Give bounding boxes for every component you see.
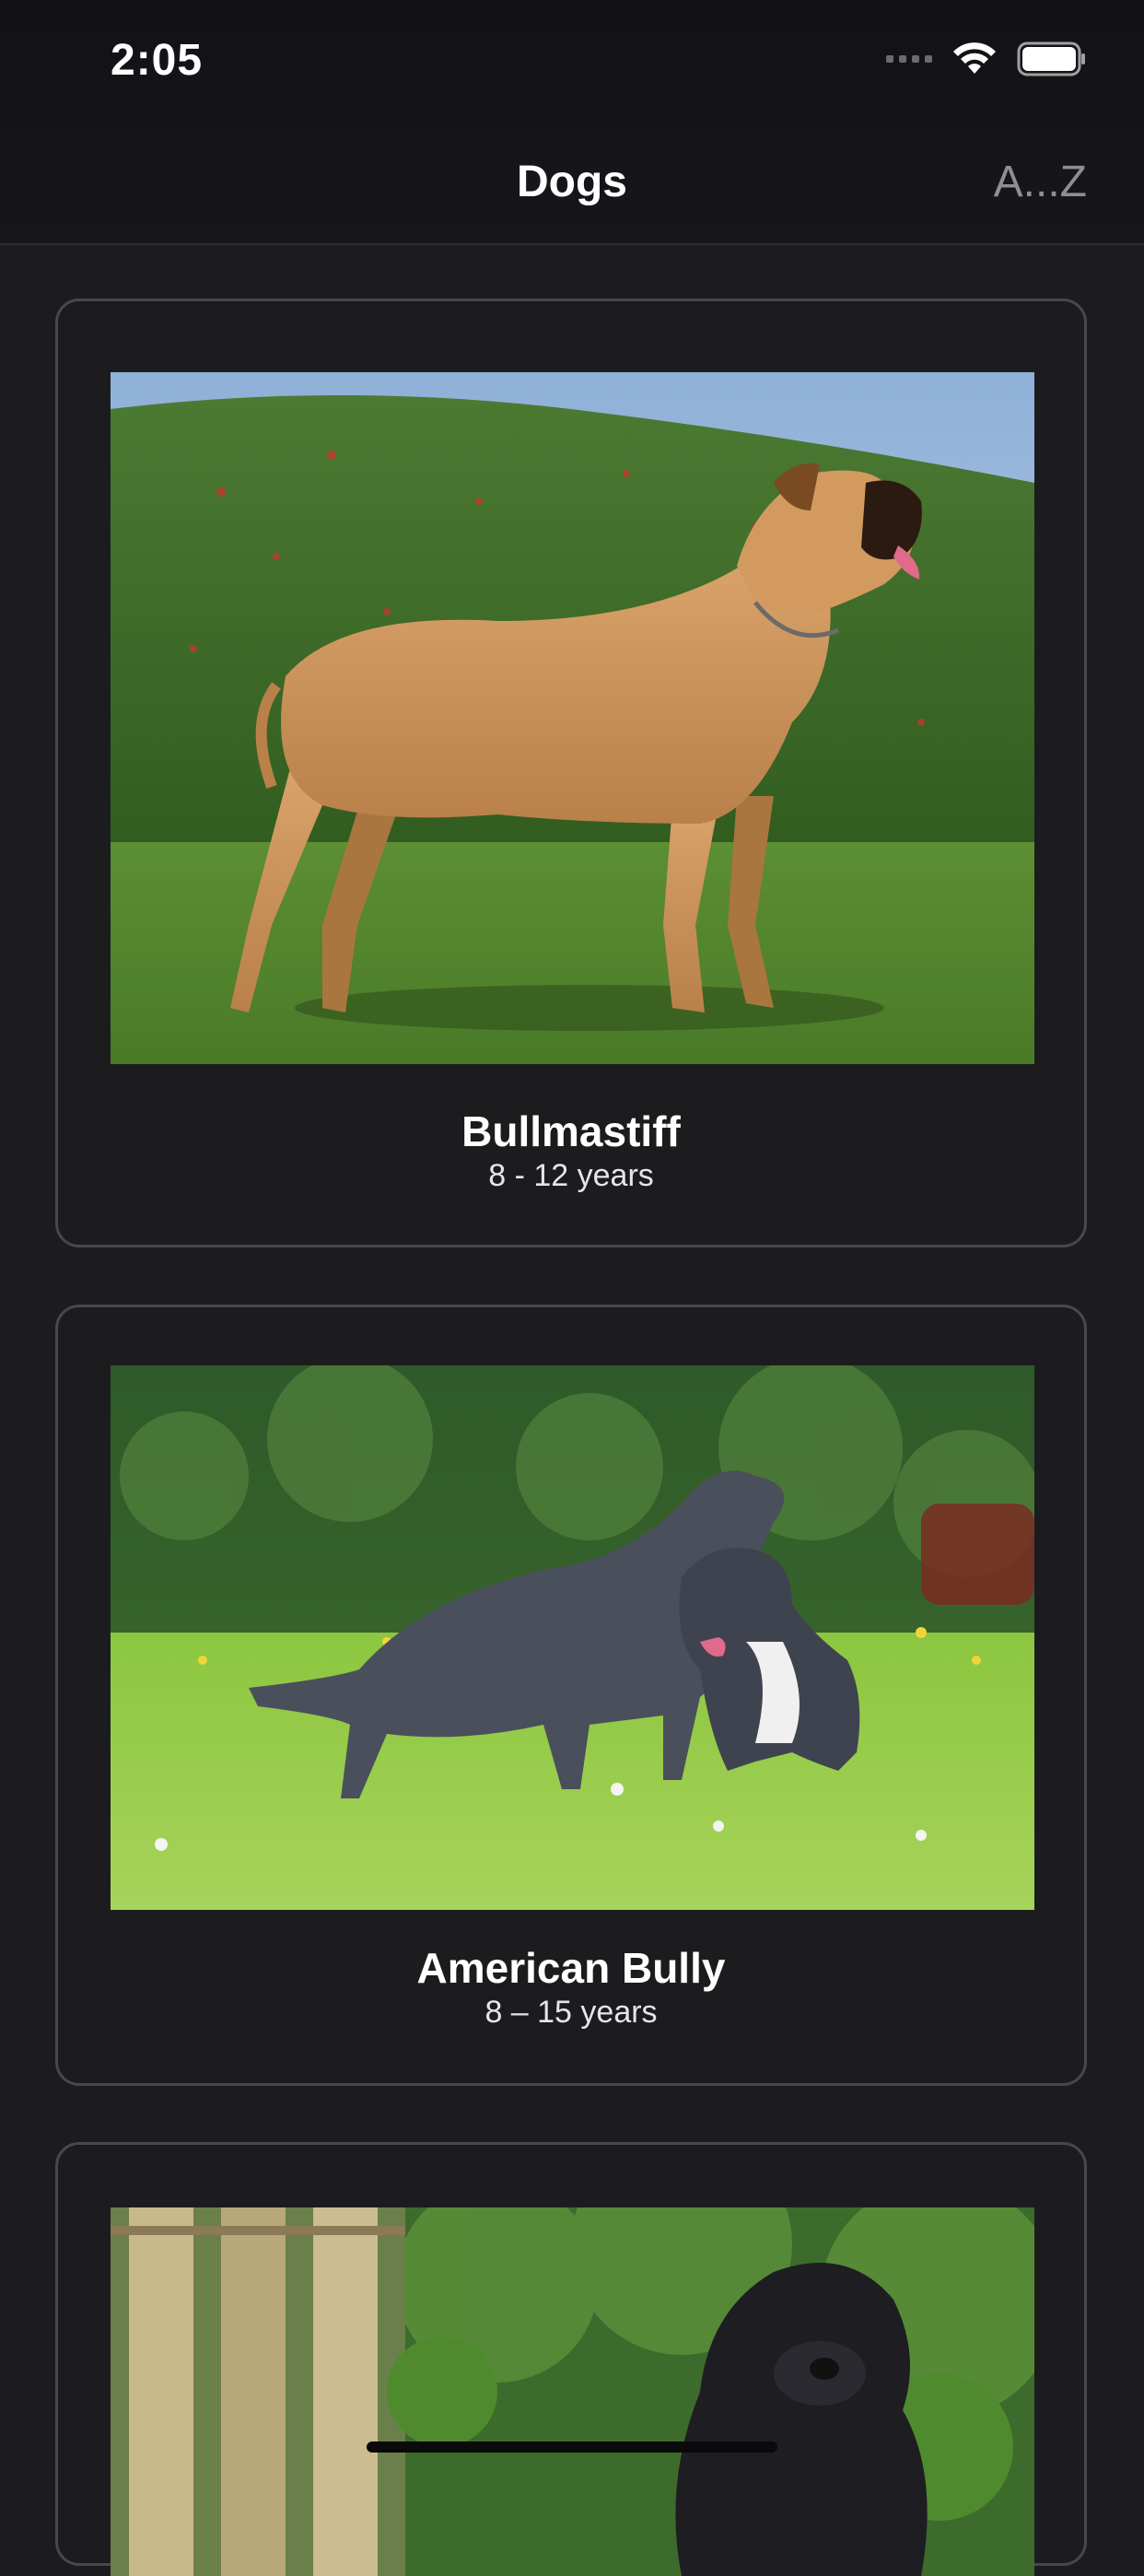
status-icons [886, 41, 1087, 77]
home-indicator[interactable] [367, 2441, 777, 2453]
cellular-signal-icon [886, 55, 932, 63]
breed-name: Bullmastiff [461, 1107, 681, 1155]
page-title: Dogs [517, 158, 627, 206]
american-bully-photo [111, 1365, 1034, 1910]
battery-icon [1017, 41, 1085, 76]
status-time: 2:05 [111, 36, 204, 85]
bullmastiff-photo [111, 372, 1034, 1064]
breed-card[interactable]: Bullmastiff 8 - 12 years [55, 299, 1087, 1247]
top-bar: 2:05 Dogs A...Z [0, 0, 1144, 245]
breed-card[interactable]: American Bully 8 – 15 years [55, 1305, 1087, 2086]
breed-name: American Bully [416, 1944, 726, 1992]
breed-card[interactable] [55, 2142, 1087, 2576]
breed-life-span: 8 - 12 years [488, 1158, 654, 1193]
black-curly-dog-photo [111, 2207, 1034, 2576]
breed-life-span: 8 – 15 years [484, 1995, 658, 2030]
wifi-icon [953, 42, 996, 74]
sort-az-button[interactable]: A...Z [994, 157, 1087, 207]
